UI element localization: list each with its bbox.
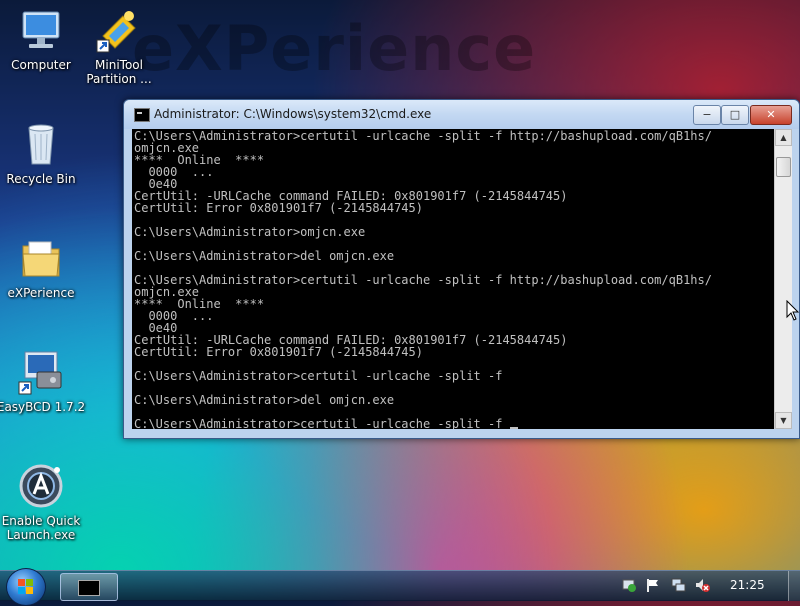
desktop-icon-recycle-bin[interactable]: Recycle Bin [0, 120, 86, 186]
desktop-icon-label: Enable Quick Launch.exe [1, 514, 81, 542]
close-button[interactable]: ✕ [750, 105, 792, 125]
desktop-icon-label: Recycle Bin [6, 172, 76, 186]
cmd-icon [78, 580, 100, 596]
desktop-icon-easybcd[interactable]: EasyBCD 1.7.2 [0, 348, 86, 414]
clock[interactable]: 21:25 [730, 578, 765, 592]
desktop-icon-experience-folder[interactable]: eXPerience [0, 234, 86, 300]
network-icon[interactable] [670, 577, 686, 593]
title-bar[interactable]: Administrator: C:\Windows\system32\cmd.e… [124, 100, 799, 129]
cmd-icon [134, 108, 150, 122]
volume-muted-icon[interactable] [694, 577, 710, 593]
desktop-icon-minitool[interactable]: MiniTool Partition ... [74, 6, 164, 86]
recycle-bin-icon [17, 120, 65, 168]
windows-logo-icon [18, 579, 34, 595]
scroll-up-icon[interactable]: ▲ [775, 129, 792, 146]
maximize-button[interactable]: □ [721, 105, 749, 125]
desktop-icon-enable-quick-launch[interactable]: Enable Quick Launch.exe [0, 462, 86, 542]
action-center-icon[interactable] [621, 577, 637, 593]
easybcd-icon [17, 348, 65, 396]
show-desktop-button[interactable] [788, 571, 800, 601]
start-button[interactable] [6, 568, 46, 606]
desktop-icon-label: eXPerience [7, 286, 75, 300]
desktop-icon-label: EasyBCD 1.7.2 [0, 400, 86, 414]
console-output[interactable]: C:\Users\Administrator>certutil -urlcach… [132, 129, 774, 429]
taskbar: 21:25 [0, 568, 800, 606]
scroll-thumb[interactable] [776, 157, 791, 177]
window-title: Administrator: C:\Windows\system32\cmd.e… [154, 107, 432, 121]
taskbar-item-cmd[interactable] [60, 573, 118, 601]
text-cursor [509, 427, 518, 429]
folder-icon [17, 234, 65, 282]
minimize-button[interactable]: − [693, 105, 721, 125]
desktop-icon-label: MiniTool Partition ... [86, 58, 152, 86]
console-text: C:\Users\Administrator>certutil -urlcach… [134, 129, 712, 429]
quick-launch-icon [17, 462, 65, 510]
minitool-partition-icon [95, 6, 143, 54]
computer-icon [17, 6, 65, 54]
cmd-window[interactable]: Administrator: C:\Windows\system32\cmd.e… [123, 99, 800, 439]
scroll-down-icon[interactable]: ▼ [775, 412, 792, 429]
flag-icon[interactable] [645, 577, 661, 593]
desktop-watermark: eXPerience [132, 12, 537, 85]
mouse-cursor-icon [786, 300, 800, 321]
vertical-scrollbar[interactable]: ▲ ▼ [774, 129, 792, 429]
